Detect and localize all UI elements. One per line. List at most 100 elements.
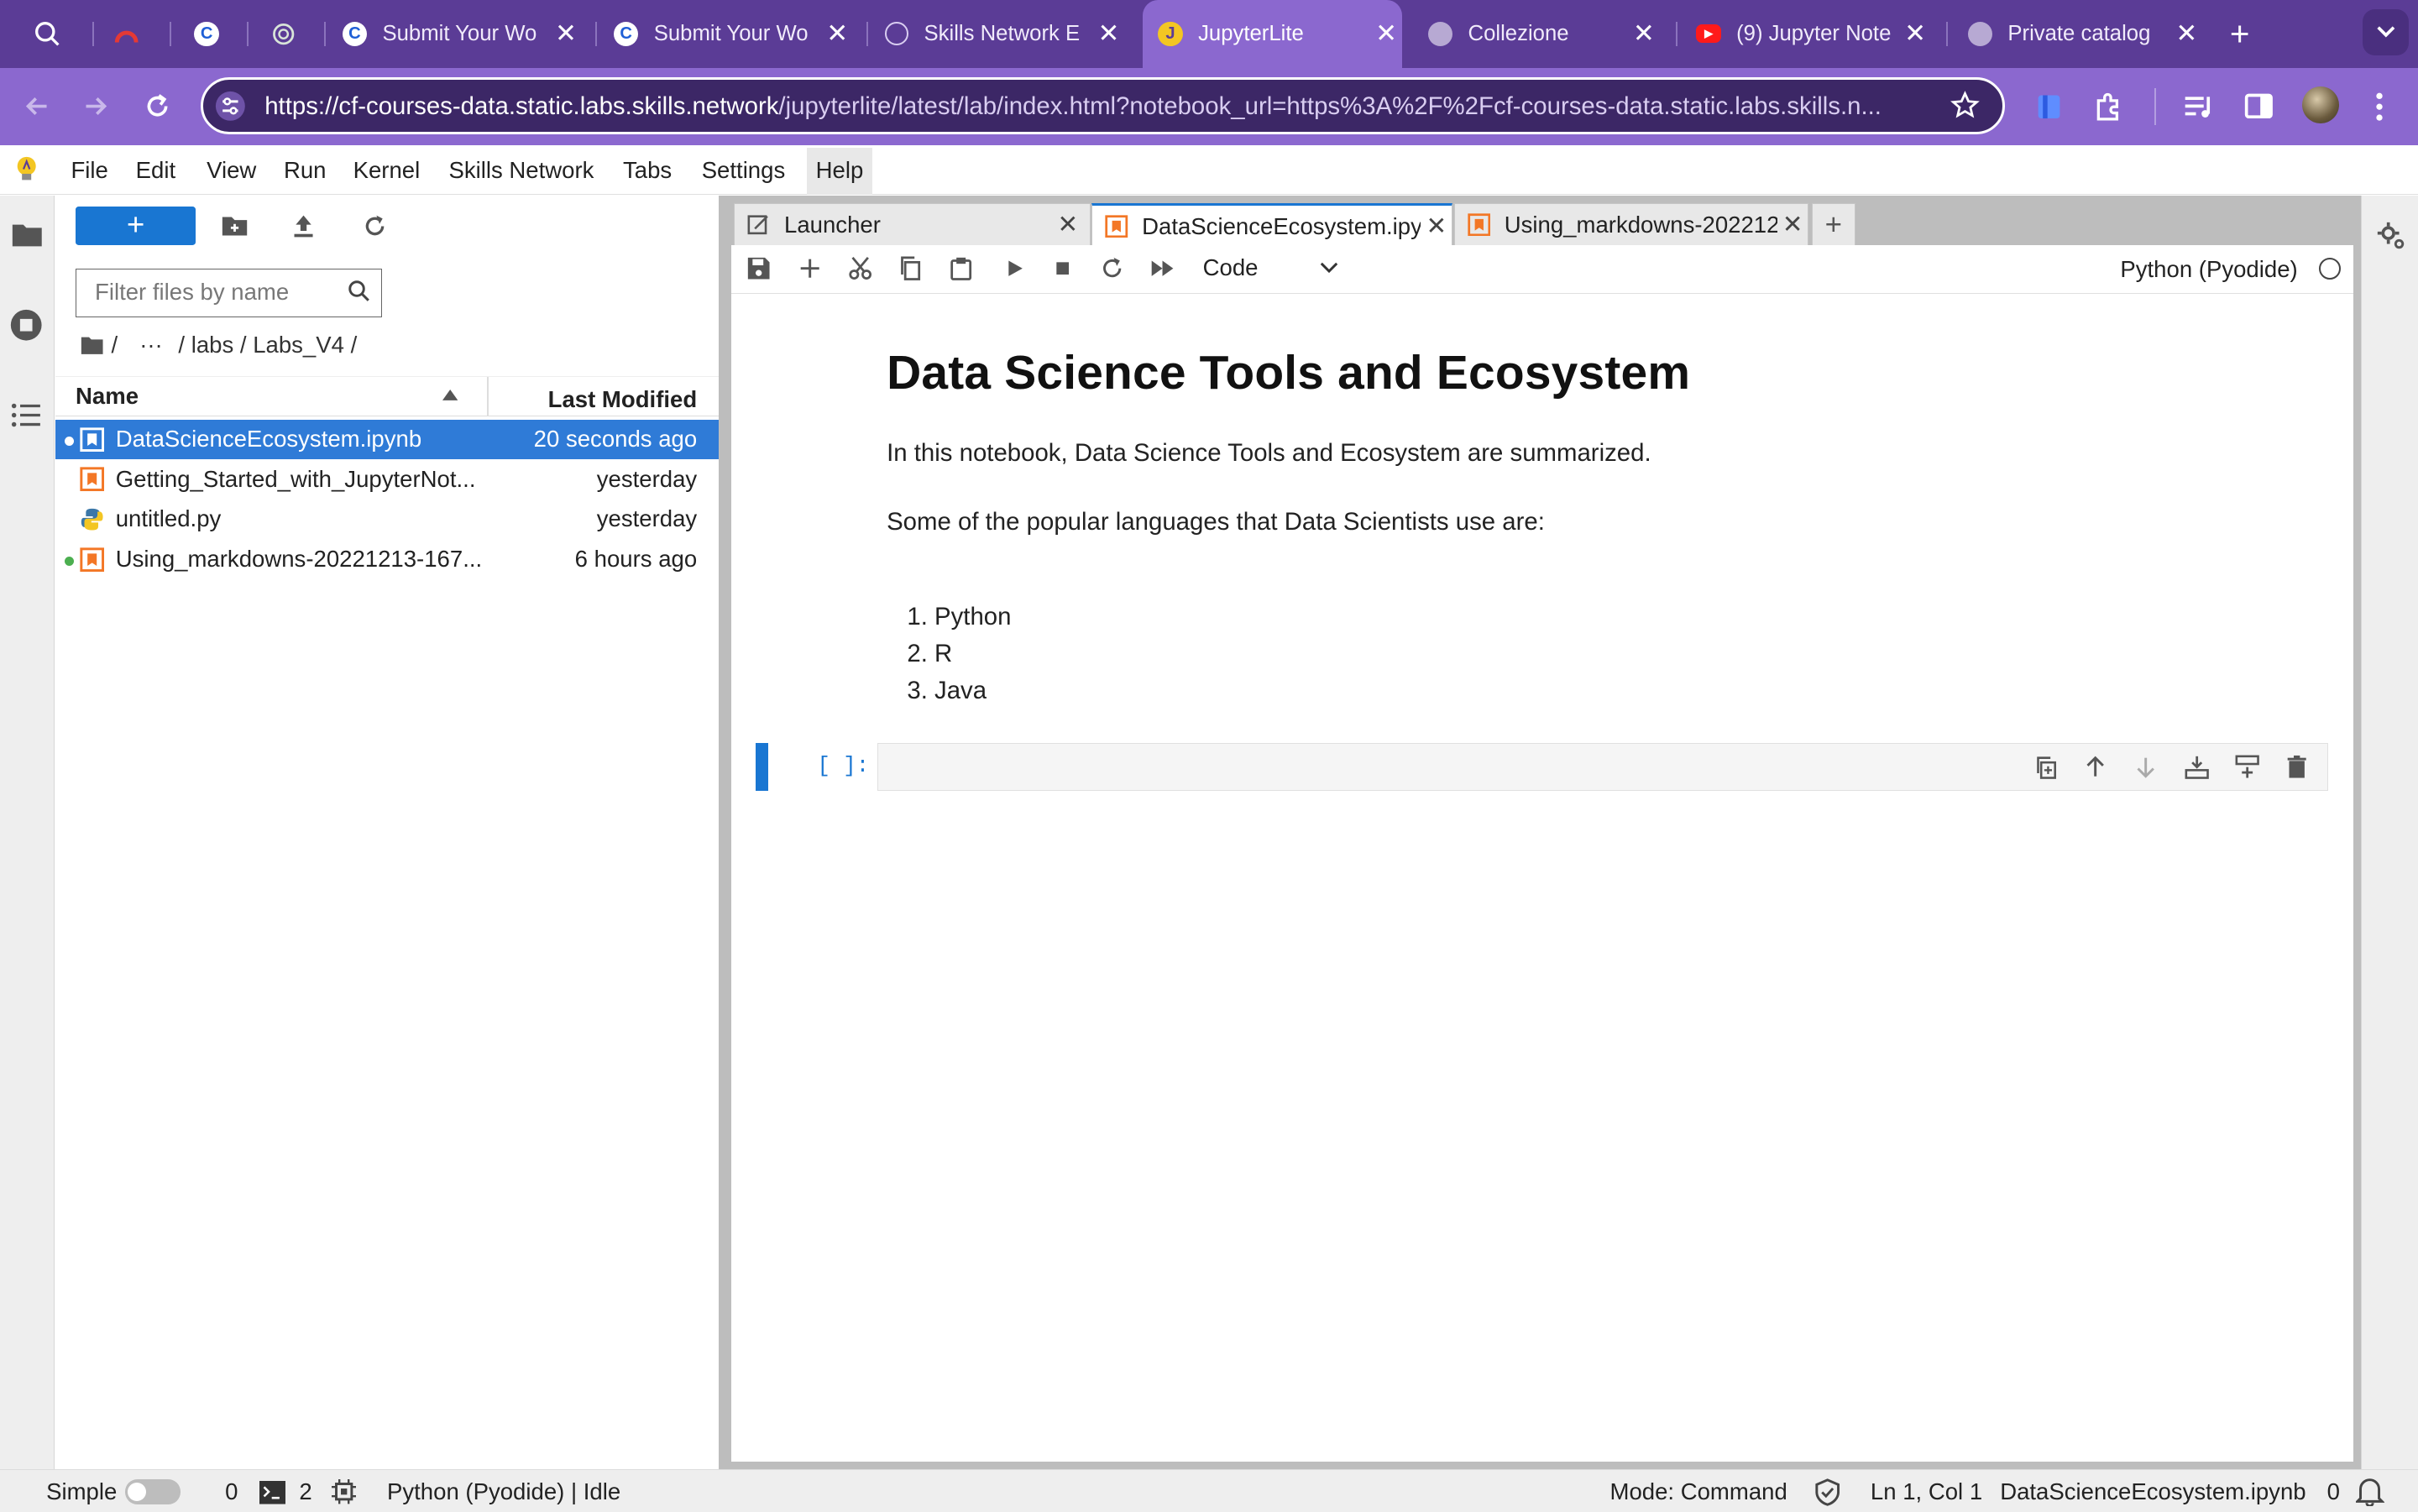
fast-forward-icon[interactable] [1149,256,1176,284]
save-icon[interactable] [746,256,774,284]
back-button[interactable] [17,86,57,127]
insert-above-icon[interactable] [2185,755,2209,779]
kernel-status[interactable]: Python (Pyodide) | Idle [387,1478,620,1505]
cell-collapser[interactable] [755,743,768,792]
move-down-icon[interactable] [2133,755,2158,779]
site-settings-icon[interactable] [215,91,246,122]
file-row[interactable]: untitled.py yesterday [55,500,719,540]
new-tab-button[interactable]: + [2230,0,2261,68]
close-icon[interactable]: ✕ [822,18,853,49]
chevron-down-icon [2375,24,2397,39]
menu-help[interactable]: Help [806,148,873,196]
profile-avatar[interactable] [2302,86,2340,123]
menu-skills-network[interactable]: Skills Network [448,157,594,184]
duplicate-cell-icon[interactable] [2033,755,2058,779]
insert-cell-icon[interactable] [798,256,825,284]
add-tab-button[interactable]: + [1812,203,1855,245]
menu-settings[interactable]: Settings [702,157,786,184]
filter-input[interactable] [92,269,353,316]
code-editor[interactable] [877,743,2329,792]
column-name[interactable]: Name [76,383,139,410]
browser-tab-private-catalog[interactable]: Private catalog ✕ [1967,0,2202,68]
move-up-icon[interactable] [2083,755,2107,779]
close-icon[interactable]: ✕ [1093,18,1124,49]
close-icon[interactable]: ✕ [551,18,582,49]
trusted-shield-icon[interactable] [1815,1478,1840,1506]
folder-icon[interactable] [11,222,44,248]
breadcrumb-path[interactable]: / labs / Labs_V4 / [178,332,357,358]
close-icon[interactable]: ✕ [1777,210,1808,239]
file-list-header: Name Last Modified [55,376,719,417]
kebab-menu-icon[interactable] [2370,90,2389,123]
file-row[interactable]: Using_markdowns-20221213-167... 6 hours … [55,540,719,580]
browser-tab-skills-network[interactable]: Skills Network E ✕ [885,0,1124,68]
table-of-contents-icon[interactable] [11,401,42,429]
tab-datascienceecosystem[interactable]: DataScienceEcosystem.ipy ✕ [1091,203,1453,247]
restart-icon[interactable] [1100,256,1128,284]
menu-file[interactable]: File [71,157,107,184]
terminal-icon[interactable] [259,1481,285,1504]
browser-tab-jupyterlite[interactable]: J JupyterLite ✕ [1142,0,1402,68]
file-row[interactable]: Getting_Started_with_JupyterNot... yeste… [55,459,719,500]
browser-tab-1[interactable] [114,0,148,68]
reload-button[interactable] [137,86,177,127]
close-icon[interactable]: ✕ [1900,18,1931,49]
menu-view[interactable]: View [207,157,256,184]
close-icon[interactable]: ✕ [1629,18,1660,49]
panel-splitter[interactable] [718,196,731,1470]
menu-kernel[interactable]: Kernel [353,157,421,184]
address-bar[interactable]: https://cf-courses-data.static.labs.skil… [200,76,2005,134]
new-folder-icon[interactable] [221,212,249,240]
close-icon[interactable]: ✕ [2171,18,2202,49]
copy-icon[interactable] [898,256,925,284]
cell-type-select[interactable]: Code [1203,254,1342,288]
menu-run[interactable]: Run [284,157,327,184]
new-launcher-button[interactable]: + [75,207,196,245]
breadcrumb-ellipsis[interactable]: ··· [139,332,163,358]
extensions-puzzle-icon[interactable] [2092,90,2126,123]
tab-search-button[interactable] [2362,9,2409,56]
browser-tab-2[interactable]: C [194,0,228,68]
kernel-chip-icon[interactable] [331,1479,357,1504]
browser-tab-submit-2[interactable]: C Submit Your Wo ✕ [614,0,853,68]
property-inspector-icon[interactable] [2376,221,2407,252]
tab-launcher[interactable]: Launcher ✕ [734,203,1091,245]
star-icon[interactable] [1950,90,1980,120]
running-kernels-icon[interactable] [9,308,43,342]
browser-tab-collezione[interactable]: Collezione ✕ [1427,0,1660,68]
file-row[interactable]: DataScienceEcosystem.ipynb 20 seconds ag… [55,419,719,460]
simple-mode-toggle[interactable] [124,1479,181,1504]
insert-below-icon[interactable] [2235,755,2260,779]
run-icon[interactable] [1002,256,1030,284]
launcher-icon [747,213,772,237]
paste-icon[interactable] [949,256,976,284]
home-folder-icon[interactable] [80,334,104,356]
bell-icon[interactable] [2356,1477,2384,1506]
browser-tab-3[interactable] [271,0,305,68]
close-icon[interactable]: ✕ [1052,210,1083,239]
refresh-icon[interactable] [361,212,389,240]
browser-tab-submit-1[interactable]: C Submit Your Wo ✕ [342,0,582,68]
cut-icon[interactable] [848,256,876,284]
code-cell[interactable]: [ ]: [752,743,2329,794]
menu-edit[interactable]: Edit [136,157,175,184]
tab-using-markdowns[interactable]: Using_markdowns-202212 ✕ [1454,203,1809,245]
cursor-position[interactable]: Ln 1, Col 1 [1871,1478,1982,1505]
browser-tab-search[interactable] [34,0,74,68]
upload-icon[interactable] [290,212,317,240]
close-icon[interactable]: ✕ [1421,212,1452,241]
menu-tabs[interactable]: Tabs [623,157,672,184]
extension-blue-icon[interactable] [2035,91,2063,122]
delete-cell-icon[interactable] [2285,755,2309,779]
breadcrumb-root[interactable]: / [112,332,118,358]
side-panel-icon[interactable] [2243,91,2274,122]
column-last-modified[interactable]: Last Modified [548,386,698,413]
close-icon[interactable]: ✕ [1371,18,1402,49]
media-control-icon[interactable] [2182,91,2216,122]
stop-icon[interactable] [1050,256,1078,284]
kernel-name[interactable]: Python (Pyodide) [2120,256,2297,283]
file-filter-field[interactable] [75,268,383,318]
browser-tab-youtube[interactable]: ▶ (9) Jupyter Note ✕ [1696,0,1930,68]
forward-button[interactable] [76,86,116,127]
markdown-cell[interactable]: Data Science Tools and Ecosystem In this… [887,345,2274,709]
